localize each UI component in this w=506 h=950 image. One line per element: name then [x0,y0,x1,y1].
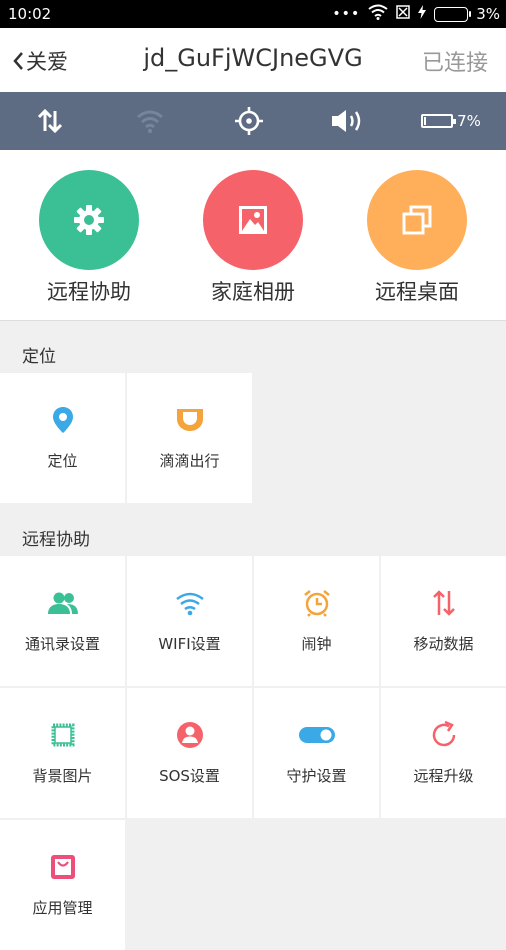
tile-location[interactable]: 定位 [0,373,125,503]
tile-guard[interactable]: 守护设置 [254,688,379,818]
sos-icon [176,722,203,748]
status-icons: ••• 3% [332,4,500,24]
tile-contacts[interactable]: 通讯录设置 [0,556,125,686]
tile-contacts-label: 通讯录设置 [24,635,100,653]
tile-mobile-data-label: 移动数据 [413,635,474,653]
tile-alarm-label: 闹钟 [301,635,332,653]
device-battery-icon [421,114,457,128]
wallpaper-icon [51,723,74,747]
tile-remote-upgrade[interactable]: 远程升级 [381,688,506,818]
quick-actions: 远程协助 家庭相册 远程桌面 [0,150,506,321]
device-status-bar: 7% [0,92,506,150]
tile-didi-label: 滴滴出行 [159,452,220,470]
windows-icon [402,205,432,235]
family-album-circle [203,170,303,270]
remote-desktop-circle [367,170,467,270]
tile-app-management-label: 应用管理 [32,899,93,917]
tile-sos-label: SOS设置 [159,767,220,785]
status-bar: 10:02 ••• 3% [0,0,506,28]
remote-desktop-label: 远程桌面 [375,280,459,304]
data-arrows-icon [432,590,455,616]
tile-sos[interactable]: SOS设置 [127,688,252,818]
charging-icon [418,5,427,23]
tile-wifi[interactable]: WIFI设置 [127,556,252,686]
refresh-icon [432,720,455,747]
photo-icon [239,206,267,234]
battery-icon [434,6,472,22]
tile-alarm[interactable]: 闹钟 [254,556,379,686]
section-title-remote-assist: 远程协助 [22,530,90,550]
tile-remote-upgrade-label: 远程升级 [413,767,474,785]
tile-app-management[interactable]: 应用管理 [0,820,125,950]
location-pin-icon [52,407,73,433]
device-battery-percent: 7% [457,112,481,130]
volume-icon [318,92,378,150]
sim-off-icon [396,5,410,23]
tile-wallpaper[interactable]: 背景图片 [0,688,125,818]
bag-icon [50,855,75,879]
remote-assist-circle [39,170,139,270]
family-album-button[interactable]: 家庭相册 [178,170,328,306]
tile-wifi-label: WIFI设置 [158,635,221,653]
tile-mobile-data[interactable]: 移动数据 [381,556,506,686]
wifi-status-icon [368,4,388,24]
gps-target-icon [219,92,279,150]
toggle-icon [298,727,335,743]
status-time: 10:02 [8,5,52,23]
tile-guard-label: 守护设置 [286,767,347,785]
didi-icon [176,409,203,431]
wifi-icon [175,592,204,616]
section-title-location: 定位 [22,347,56,367]
battery-percent: 3% [476,5,500,23]
data-transfer-icon [20,92,80,150]
alarm-clock-icon [303,590,330,617]
tile-wallpaper-label: 背景图片 [32,767,93,785]
device-battery: 7% [418,92,484,150]
nav-bar: 关爱 jd_GuFjWCJneGVG 已连接 [0,28,506,92]
remote-assist-label: 远程协助 [47,280,131,304]
remote-desktop-button[interactable]: 远程桌面 [342,170,492,306]
family-album-label: 家庭相册 [211,280,295,304]
contacts-icon [47,592,78,614]
wifi-off-icon [120,92,180,150]
connection-status: 已连接 [421,51,488,76]
tile-didi[interactable]: 滴滴出行 [127,373,252,503]
signal-dots-icon: ••• [332,6,361,22]
gear-icon [74,205,104,235]
remote-assist-button[interactable]: 远程协助 [14,170,164,306]
tile-location-label: 定位 [47,452,78,470]
